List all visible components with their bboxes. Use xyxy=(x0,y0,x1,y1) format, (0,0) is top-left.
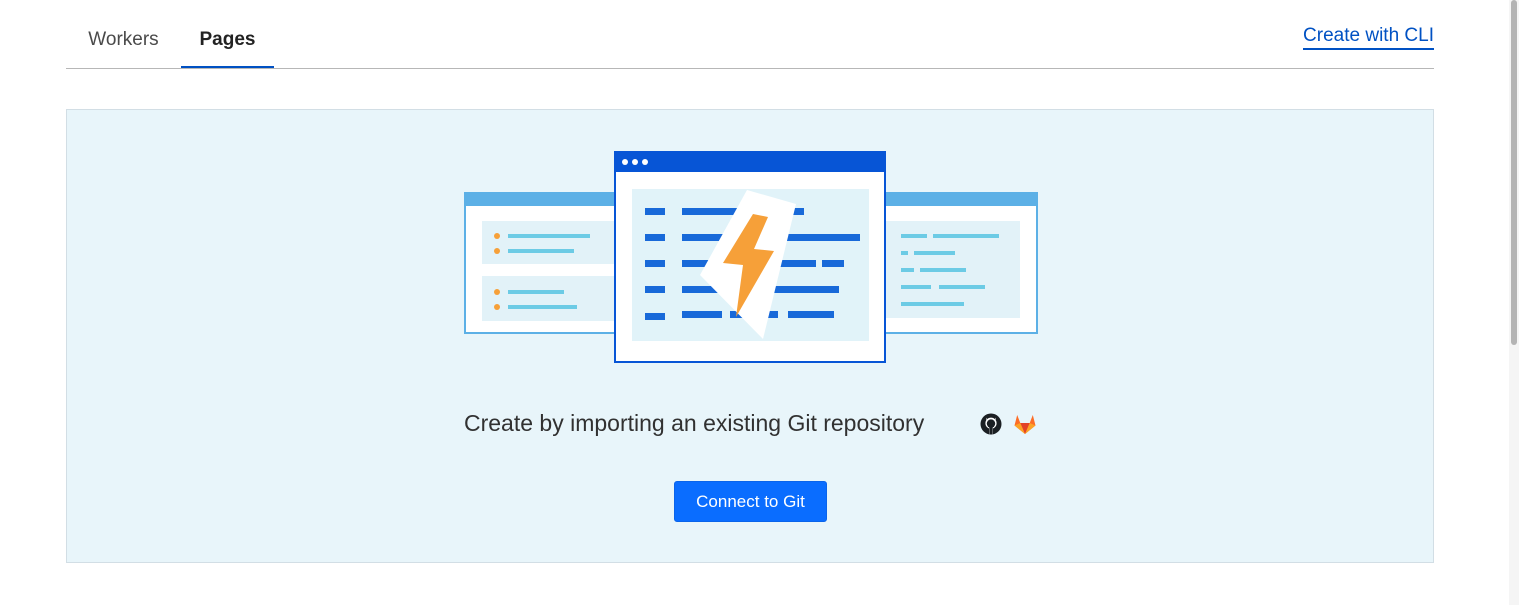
tab-workers[interactable]: Workers xyxy=(66,0,181,68)
pages-empty-state-panel: Create by importing an existing Git repo… xyxy=(66,109,1434,563)
import-repository-headline: Create by importing an existing Git repo… xyxy=(464,410,925,436)
github-icon xyxy=(980,413,1002,435)
scrollbar-thumb[interactable] xyxy=(1511,0,1517,345)
left-browser-window xyxy=(464,192,626,334)
connect-to-git-button[interactable]: Connect to Git xyxy=(674,481,827,522)
pages-illustration xyxy=(464,151,1038,363)
right-browser-window xyxy=(878,192,1038,334)
scrollbar-track[interactable] xyxy=(1509,0,1519,605)
gitlab-icon xyxy=(1014,415,1036,434)
create-with-cli-link[interactable]: Create with CLI xyxy=(1303,25,1434,50)
tab-bar: Workers Pages Create with CLI xyxy=(66,0,1434,69)
tab-pages[interactable]: Pages xyxy=(181,0,274,68)
